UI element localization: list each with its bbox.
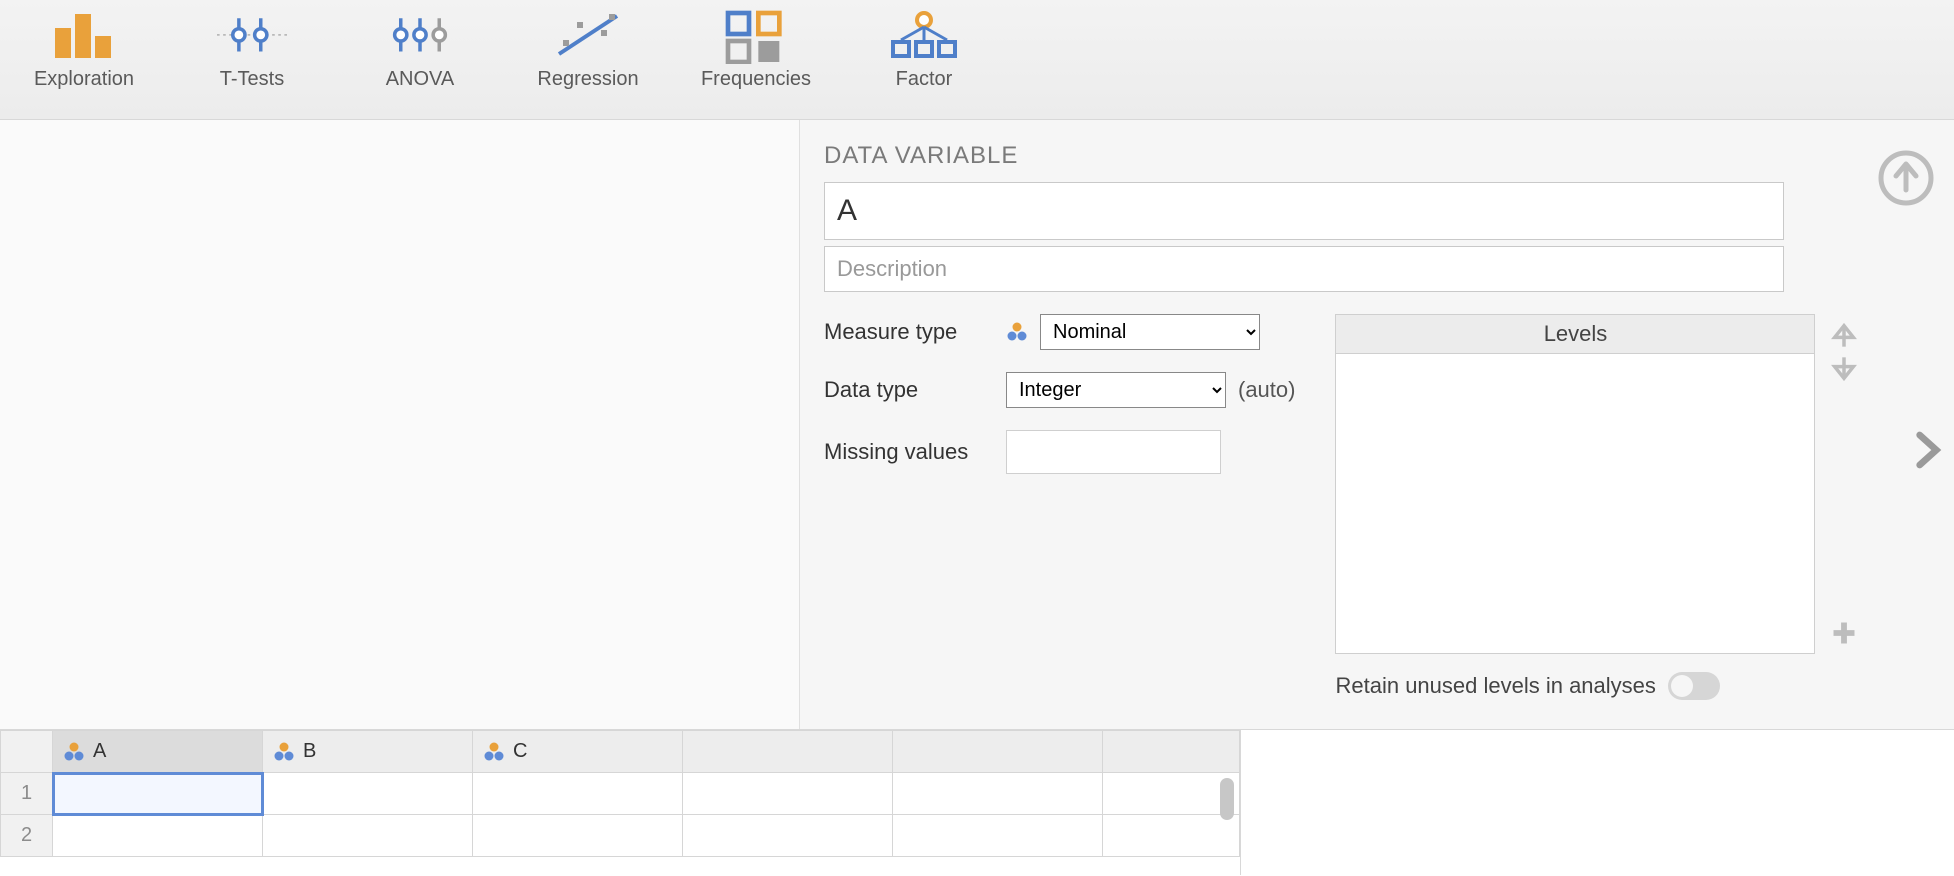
toolbar-label: Exploration [34,68,134,91]
column-header-empty[interactable] [683,731,893,773]
ttests-icon [217,10,287,60]
levels-box: Levels [1335,314,1815,654]
retain-levels-toggle[interactable] [1668,672,1720,700]
results-panel [1240,730,1954,875]
data-type-label: Data type [824,377,994,403]
level-move-down-button[interactable] [1827,352,1861,386]
column-header[interactable]: A [53,731,263,773]
analyses-toolbar: Exploration T-Tests ANOVA [0,0,1954,120]
missing-values-input[interactable] [1006,430,1221,474]
regression-icon [553,10,623,60]
toolbar-item-anova[interactable]: ANOVA [360,10,480,91]
data-type-auto-label: (auto) [1238,377,1295,403]
editor-left-gutter [0,120,800,729]
data-cell[interactable] [473,773,683,815]
collapse-panel-button[interactable] [1878,150,1934,206]
measure-type-row: Measure type Nominal [824,314,1295,350]
data-cell[interactable] [893,815,1103,857]
data-cell[interactable] [53,815,263,857]
missing-values-row: Missing values [824,430,1295,474]
column-label: C [513,740,527,763]
next-variable-button[interactable] [1908,430,1948,470]
nominal-icon [273,742,295,762]
spreadsheet-scrollbar[interactable] [1220,778,1234,820]
variable-name-input[interactable] [824,182,1784,240]
data-cell[interactable] [893,773,1103,815]
data-cell[interactable] [473,815,683,857]
data-type-select[interactable]: Integer [1006,372,1226,408]
column-label: A [93,740,106,763]
data-cell[interactable] [1103,773,1240,815]
measure-type-select[interactable]: Nominal [1040,314,1260,350]
level-add-button[interactable] [1827,616,1861,650]
data-cell[interactable] [53,773,263,815]
toolbar-item-frequencies[interactable]: Frequencies [696,10,816,91]
levels-list[interactable] [1336,354,1814,653]
column-label: B [303,740,316,763]
data-cell[interactable] [1103,815,1240,857]
column-header-empty[interactable] [893,731,1103,773]
row-header[interactable]: 2 [1,815,53,857]
retain-levels-label: Retain unused levels in analyses [1335,673,1655,699]
level-move-up-button[interactable] [1827,318,1861,352]
toolbar-label: ANOVA [386,68,455,91]
toolbar-label: T-Tests [220,68,284,91]
toolbar-item-regression[interactable]: Regression [528,10,648,91]
panel-heading: DATA VARIABLE [824,142,1930,170]
toolbar-label: Factor [896,68,953,91]
data-spreadsheet[interactable]: A B [0,730,1240,857]
toolbar-item-ttests[interactable]: T-Tests [192,10,312,91]
variable-editor-area: DATA VARIABLE Measure type Nominal [0,120,1954,730]
column-header[interactable]: C [473,731,683,773]
frequencies-icon [721,10,791,60]
data-type-row: Data type Integer (auto) [824,372,1295,408]
variable-editor-panel: DATA VARIABLE Measure type Nominal [800,120,1954,729]
data-cell[interactable] [263,773,473,815]
nominal-icon [483,742,505,762]
toolbar-label: Regression [537,68,638,91]
bar-chart-icon [49,10,119,60]
measure-type-label: Measure type [824,319,994,345]
data-cell[interactable] [683,815,893,857]
missing-values-label: Missing values [824,439,994,465]
data-cell[interactable] [683,773,893,815]
variable-description-input[interactable] [824,246,1784,292]
nominal-icon [1006,322,1028,342]
toolbar-label: Frequencies [701,68,811,91]
row-header[interactable]: 1 [1,773,53,815]
levels-header: Levels [1336,315,1814,354]
toolbar-item-factor[interactable]: Factor [864,10,984,91]
nominal-icon [63,742,85,762]
toolbar-item-exploration[interactable]: Exploration [24,10,144,91]
data-cell[interactable] [263,815,473,857]
anova-icon [385,10,455,60]
column-header-empty[interactable] [1103,731,1240,773]
factor-icon [889,10,959,60]
column-header[interactable]: B [263,731,473,773]
corner-cell [1,731,53,773]
spreadsheet-area: A B [0,730,1954,875]
